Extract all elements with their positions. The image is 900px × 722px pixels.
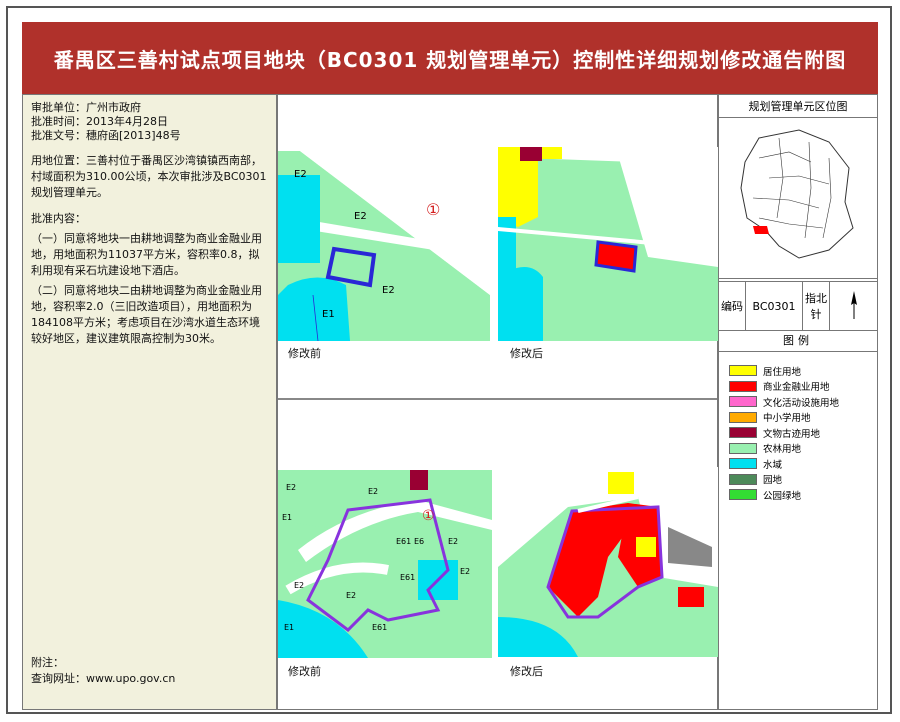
map-label: E61 (396, 537, 411, 546)
content-title: 批准内容： (31, 212, 86, 225)
plot-marker-2: ① (422, 508, 435, 524)
map-label: E6 (414, 537, 424, 546)
map-label: E2 (354, 211, 367, 222)
map-label: E61 (400, 573, 415, 582)
location-map (719, 118, 877, 279)
map-label: E2 (382, 285, 395, 296)
date-text: 批准时间：2013年4月28日 (31, 115, 168, 128)
north-arrow-icon (830, 282, 877, 330)
content-item-1: （一）同意将地块一由耕地调整为商业金融业用地，用地面积为11037平方米，容积率… (31, 232, 262, 277)
approver-text: 审批单位：广州市政府 (31, 101, 141, 114)
location-map-title: 规划管理单元区位图 (719, 95, 877, 118)
map-label: E1 (284, 623, 294, 632)
plot-marker-1: ① (426, 200, 440, 219)
map-bottom-after (498, 467, 718, 657)
map-label: E1 (282, 513, 292, 522)
website-text: 查询网址：www.upo.gov.cn (31, 672, 176, 685)
legend-panel: 规划管理单元区位图 编码 BC0301 指北针 图例 居住用地 商业金融业用地 … (718, 94, 878, 710)
legend-item: 园地 (729, 472, 839, 487)
map-label: E61 (372, 623, 387, 632)
map-label: E2 (448, 537, 458, 546)
map-label: E2 (294, 581, 304, 590)
legend-swatch (729, 396, 757, 407)
legend-list: 居住用地 商业金融业用地 文化活动设施用地 中小学用地 文物古迹用地 农林用地 … (729, 363, 839, 503)
map-bottom-before: E2 E2 E1 E2 E61 E6 E2 E61 E2 E1 E61 E2 ① (278, 470, 492, 658)
map-label: E2 (368, 487, 378, 496)
legend-item: 中小学用地 (729, 410, 839, 425)
legend-swatch (729, 458, 757, 469)
north-label: 指北针 (803, 282, 830, 330)
legend-swatch (729, 427, 757, 438)
legend-item: 文物古迹用地 (729, 425, 839, 440)
legend-item: 农林用地 (729, 441, 839, 456)
legend-swatch (729, 489, 757, 500)
caption-bottom-before: 修改前 (288, 665, 321, 678)
code-row: 编码 BC0301 指北针 (719, 281, 877, 331)
map-label: E1 (322, 309, 335, 320)
caption-top-before: 修改前 (288, 347, 321, 360)
map-label: E2 (294, 169, 307, 180)
info-panel: 审批单位：广州市政府 批准时间：2013年4月28日 批准文号：穗府函[2013… (22, 94, 277, 710)
legend-item: 商业金融业用地 (729, 379, 839, 394)
legend-swatch (729, 365, 757, 376)
doc-number-text: 批准文号：穗府函[2013]48号 (31, 129, 181, 142)
legend-item: 水域 (729, 456, 839, 471)
code-value: BC0301 (746, 282, 803, 330)
legend-swatch (729, 380, 757, 392)
code-label: 编码 (719, 282, 746, 330)
legend-swatch (729, 442, 757, 454)
note-label: 附注： (31, 656, 64, 669)
map-label: E2 (460, 567, 470, 576)
content-item-2: （二）同意将地块二由耕地调整为商业金融业用地，容积率2.0（三旧改造项目），用地… (31, 284, 262, 345)
legend-swatch (729, 473, 757, 485)
legend-item: 文化活动设施用地 (729, 394, 839, 409)
legend-item: 公园绿地 (729, 487, 839, 502)
footer-notes: 附注： 查询网址：www.upo.gov.cn (31, 655, 175, 687)
location-text: 用地位置：三善村位于番禺区沙湾镇镇西南部，村域面积为310.00公顷，本次审批涉… (31, 154, 267, 199)
map-top-before: E2 E2 E2 E1 ① (278, 145, 490, 341)
map-label: E2 (346, 591, 356, 600)
map-divider (278, 398, 717, 400)
map-label: E2 (286, 483, 296, 492)
legend-title: 图例 (719, 329, 877, 352)
caption-bottom-after: 修改后 (510, 665, 543, 678)
legend-item: 居住用地 (729, 363, 839, 378)
legend-swatch (729, 411, 757, 423)
page-title: 番禺区三善村试点项目地块（BC0301 规划管理单元）控制性详细规划修改通告附图 (22, 22, 878, 94)
caption-top-after: 修改后 (510, 347, 543, 360)
map-comparison-panel: E2 E2 E2 E1 ① 修改前 修改后 E2 E2 E1 E2 E61 E6… (277, 94, 718, 710)
map-top-after (498, 147, 718, 341)
